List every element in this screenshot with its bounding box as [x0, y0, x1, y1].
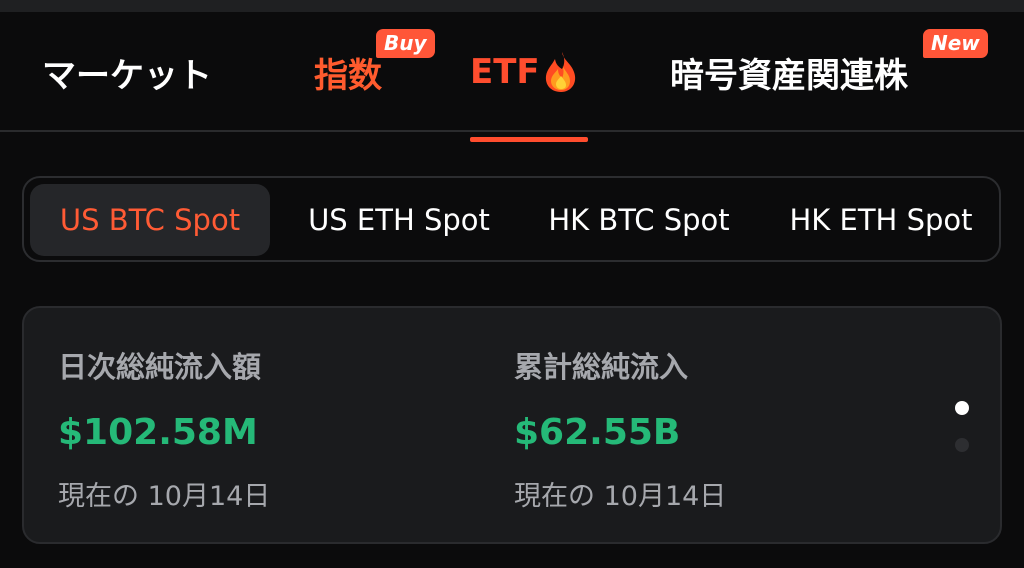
cumulative-net-inflow: 累計総純流入 $62.55B 現在の 10月14日: [514, 344, 874, 514]
daily-net-inflow-date: 現在の 10月14日: [58, 481, 271, 512]
tab-index-label: 指数: [314, 55, 382, 96]
cumulative-net-inflow-value: $62.55B: [514, 412, 681, 453]
cumulative-net-inflow-date: 現在の 10月14日: [514, 481, 727, 512]
cumulative-net-inflow-label: 累計総純流入: [514, 350, 689, 384]
daily-net-inflow-label: 日次総純流入額: [58, 350, 262, 384]
segment-us-btc-spot[interactable]: US BTC Spot: [30, 184, 270, 256]
tab-etf-label: ETF: [470, 52, 540, 92]
tab-etf[interactable]: ETF: [470, 50, 579, 94]
tab-crypto-related-stocks[interactable]: 暗号資産関連株: [670, 50, 908, 96]
tab-index[interactable]: 指数: [314, 50, 382, 96]
segment-hk-eth-spot[interactable]: HK ETH Spot: [771, 184, 991, 256]
tab-markets[interactable]: マーケット: [42, 50, 212, 96]
segment-hk-btc-spot[interactable]: HK BTC Spot: [529, 184, 749, 256]
tab-markets-label: マーケット: [42, 55, 212, 96]
segment-us-btc-spot-label: US BTC Spot: [59, 203, 241, 237]
tab-crypto-related-stocks-label: 暗号資産関連株: [670, 55, 908, 96]
segment-us-eth-spot[interactable]: US ETH Spot: [289, 184, 509, 256]
segment-us-eth-spot-label: US ETH Spot: [308, 203, 490, 237]
etf-product-selector: US BTC Spot US ETH Spot HK BTC Spot HK E…: [22, 176, 1001, 262]
etf-flow-summary-card[interactable]: 日次総純流入額 $102.58M 現在の 10月14日 累計総純流入 $62.5…: [22, 306, 1002, 544]
new-badge: New: [923, 29, 988, 58]
flame-icon: [545, 52, 575, 92]
daily-net-inflow-value: $102.58M: [58, 412, 258, 453]
next-tab-partial[interactable]: [1018, 50, 1024, 94]
top-border: [0, 0, 1024, 12]
buy-badge: Buy: [376, 29, 435, 58]
crypto-etf-screen: マーケット 指数 Buy ETF 暗号資産関連株 New US BTC Spot…: [0, 0, 1024, 568]
active-tab-indicator: [470, 137, 588, 142]
segment-hk-btc-spot-label: HK BTC Spot: [548, 203, 730, 237]
pagination-dot-inactive[interactable]: [955, 438, 969, 452]
market-category-tabs: マーケット 指数 Buy ETF 暗号資産関連株 New: [0, 12, 1024, 142]
daily-net-inflow: 日次総純流入額 $102.58M 現在の 10月14日: [58, 344, 418, 514]
segment-hk-eth-spot-label: HK ETH Spot: [789, 203, 973, 237]
pagination-dot-active[interactable]: [955, 401, 969, 415]
